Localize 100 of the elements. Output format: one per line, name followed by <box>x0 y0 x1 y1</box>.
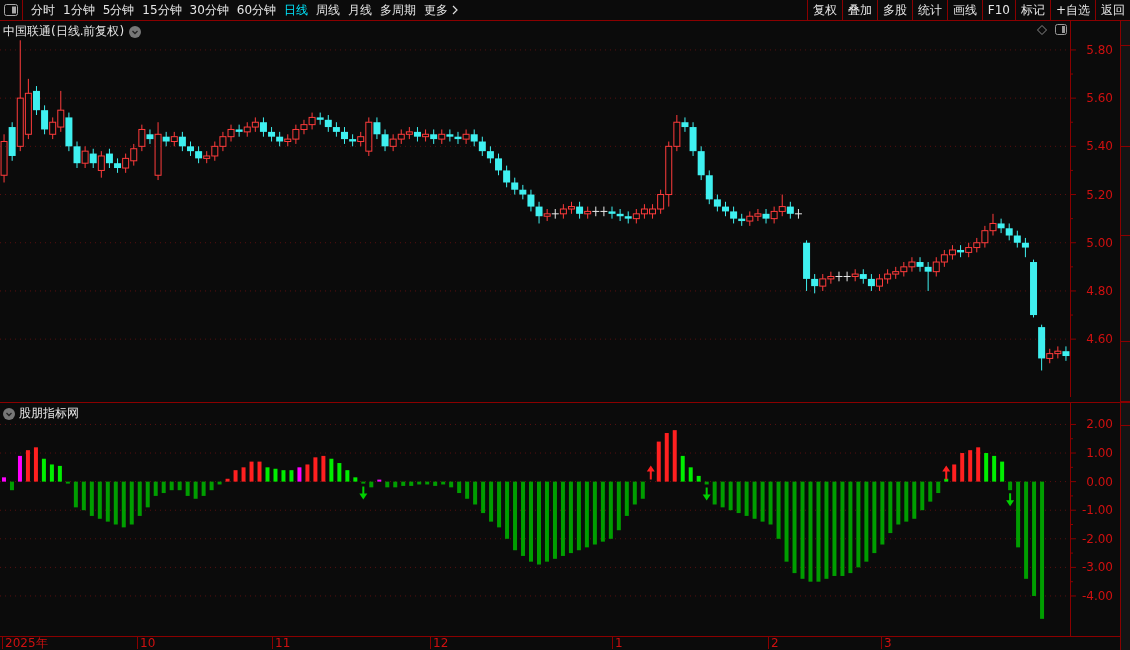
histogram-bar <box>728 481 733 511</box>
toolbar-button[interactable]: 复权 <box>806 0 842 20</box>
period-tab[interactable]: 分时 <box>27 0 59 20</box>
histogram-bar <box>688 467 693 482</box>
histogram-bar <box>129 481 134 525</box>
candlestick <box>73 141 81 169</box>
histogram-bar <box>409 481 414 486</box>
histogram-bar <box>153 481 158 496</box>
toolbar-button[interactable]: 返回 <box>1095 0 1130 20</box>
period-tab[interactable]: 周线 <box>312 0 345 20</box>
chevron-down-icon[interactable] <box>3 407 15 420</box>
toolbar-button[interactable]: 叠加 <box>841 0 877 20</box>
chevron-down-icon[interactable] <box>129 25 142 38</box>
axis-label: 1.00 <box>1086 446 1113 461</box>
candlestick <box>154 121 162 181</box>
candlestick <box>138 124 146 152</box>
toolbar-button[interactable]: 统计 <box>911 0 947 20</box>
axis-label: 10 <box>140 636 156 649</box>
toolbar-button[interactable]: 标记 <box>1014 0 1050 20</box>
histogram-bar <box>1008 481 1013 491</box>
candlestick <box>422 128 430 143</box>
period-tab[interactable]: 30分钟 <box>185 0 233 20</box>
histogram-bar <box>776 481 781 539</box>
histogram-bar <box>209 481 214 491</box>
histogram-bar <box>161 481 166 494</box>
candlestick <box>0 133 8 183</box>
period-tab[interactable]: 月线 <box>344 0 377 20</box>
histogram-bar <box>968 450 973 482</box>
period-tab[interactable]: 15分钟 <box>138 0 186 20</box>
histogram-bar <box>768 481 773 525</box>
axis-label: 5.20 <box>1086 187 1113 202</box>
histogram-bar <box>377 479 382 482</box>
candlestick <box>681 116 689 133</box>
axis-label: 2.00 <box>1086 417 1113 432</box>
histogram-bar <box>25 450 30 482</box>
candlestick <box>1021 237 1029 258</box>
candlestick <box>462 128 470 145</box>
axis-label: 11 <box>275 636 291 649</box>
histogram-bar <box>888 481 893 534</box>
histogram-bar <box>880 481 885 545</box>
histogram-bar <box>313 457 318 482</box>
diamond-icon[interactable] <box>1037 24 1047 35</box>
period-tab[interactable]: 多周期 <box>376 0 421 20</box>
candlestick <box>762 208 770 224</box>
histogram-bar <box>608 481 613 539</box>
panel-toggle-icon[interactable] <box>4 4 18 16</box>
histogram-bar <box>992 455 997 482</box>
histogram-bar <box>960 453 965 482</box>
histogram-bar <box>696 475 701 482</box>
up-arrow-icon <box>646 465 655 480</box>
side-tab[interactable] <box>1121 147 1130 236</box>
panel-toggle-icon[interactable] <box>1055 24 1067 35</box>
histogram-bar <box>241 467 246 482</box>
side-tab[interactable] <box>1121 21 1130 46</box>
candlestick <box>495 153 503 176</box>
candlestick <box>381 128 389 152</box>
toolbar-button[interactable]: +自选 <box>1049 0 1095 20</box>
side-tab[interactable] <box>1121 342 1130 402</box>
histogram-bar <box>936 481 941 494</box>
toolbar-button[interactable]: F10 <box>981 0 1015 20</box>
histogram-bar <box>89 481 94 516</box>
more-menu[interactable]: 更多 <box>420 0 463 20</box>
candlestick <box>235 124 243 138</box>
side-tab[interactable] <box>1121 426 1130 650</box>
period-tab[interactable]: 日线 <box>280 0 313 20</box>
histogram-bar <box>473 481 478 505</box>
period-tab[interactable]: 60分钟 <box>232 0 281 20</box>
side-tab[interactable] <box>1121 46 1130 147</box>
period-tab[interactable]: 1分钟 <box>59 0 99 20</box>
candlestick <box>146 128 154 145</box>
histogram-bar <box>752 481 757 519</box>
side-tab[interactable] <box>1121 236 1130 342</box>
candlestick <box>843 271 852 282</box>
histogram-bar <box>305 464 310 482</box>
candlestick <box>178 131 186 152</box>
histogram-bar <box>944 478 949 482</box>
candlestick <box>608 206 616 220</box>
histogram-bar <box>449 481 454 488</box>
toolbar-button[interactable]: 画线 <box>946 0 982 20</box>
candlestick <box>527 189 535 212</box>
histogram-bar <box>329 458 334 482</box>
axis-label: 4.60 <box>1086 332 1113 347</box>
candlestick <box>811 273 819 294</box>
histogram-bar <box>912 481 917 519</box>
histogram-bar <box>920 481 925 511</box>
histogram-bar <box>321 455 326 482</box>
histogram-bar <box>1016 481 1021 548</box>
histogram-bar <box>656 441 661 482</box>
candlestick <box>81 145 89 169</box>
period-tab[interactable]: 5分钟 <box>98 0 139 20</box>
candlestick <box>535 201 543 224</box>
side-tab[interactable] <box>1121 403 1130 426</box>
histogram-bar <box>481 481 486 514</box>
histogram-bar <box>417 481 422 485</box>
indicator-title: 股朋指标网 <box>19 405 79 422</box>
toolbar-button[interactable]: 多股 <box>876 0 912 20</box>
histogram-bar <box>425 481 430 485</box>
axis-label: 5.00 <box>1086 235 1113 250</box>
histogram-bar <box>712 481 717 505</box>
histogram-bar <box>704 481 709 485</box>
